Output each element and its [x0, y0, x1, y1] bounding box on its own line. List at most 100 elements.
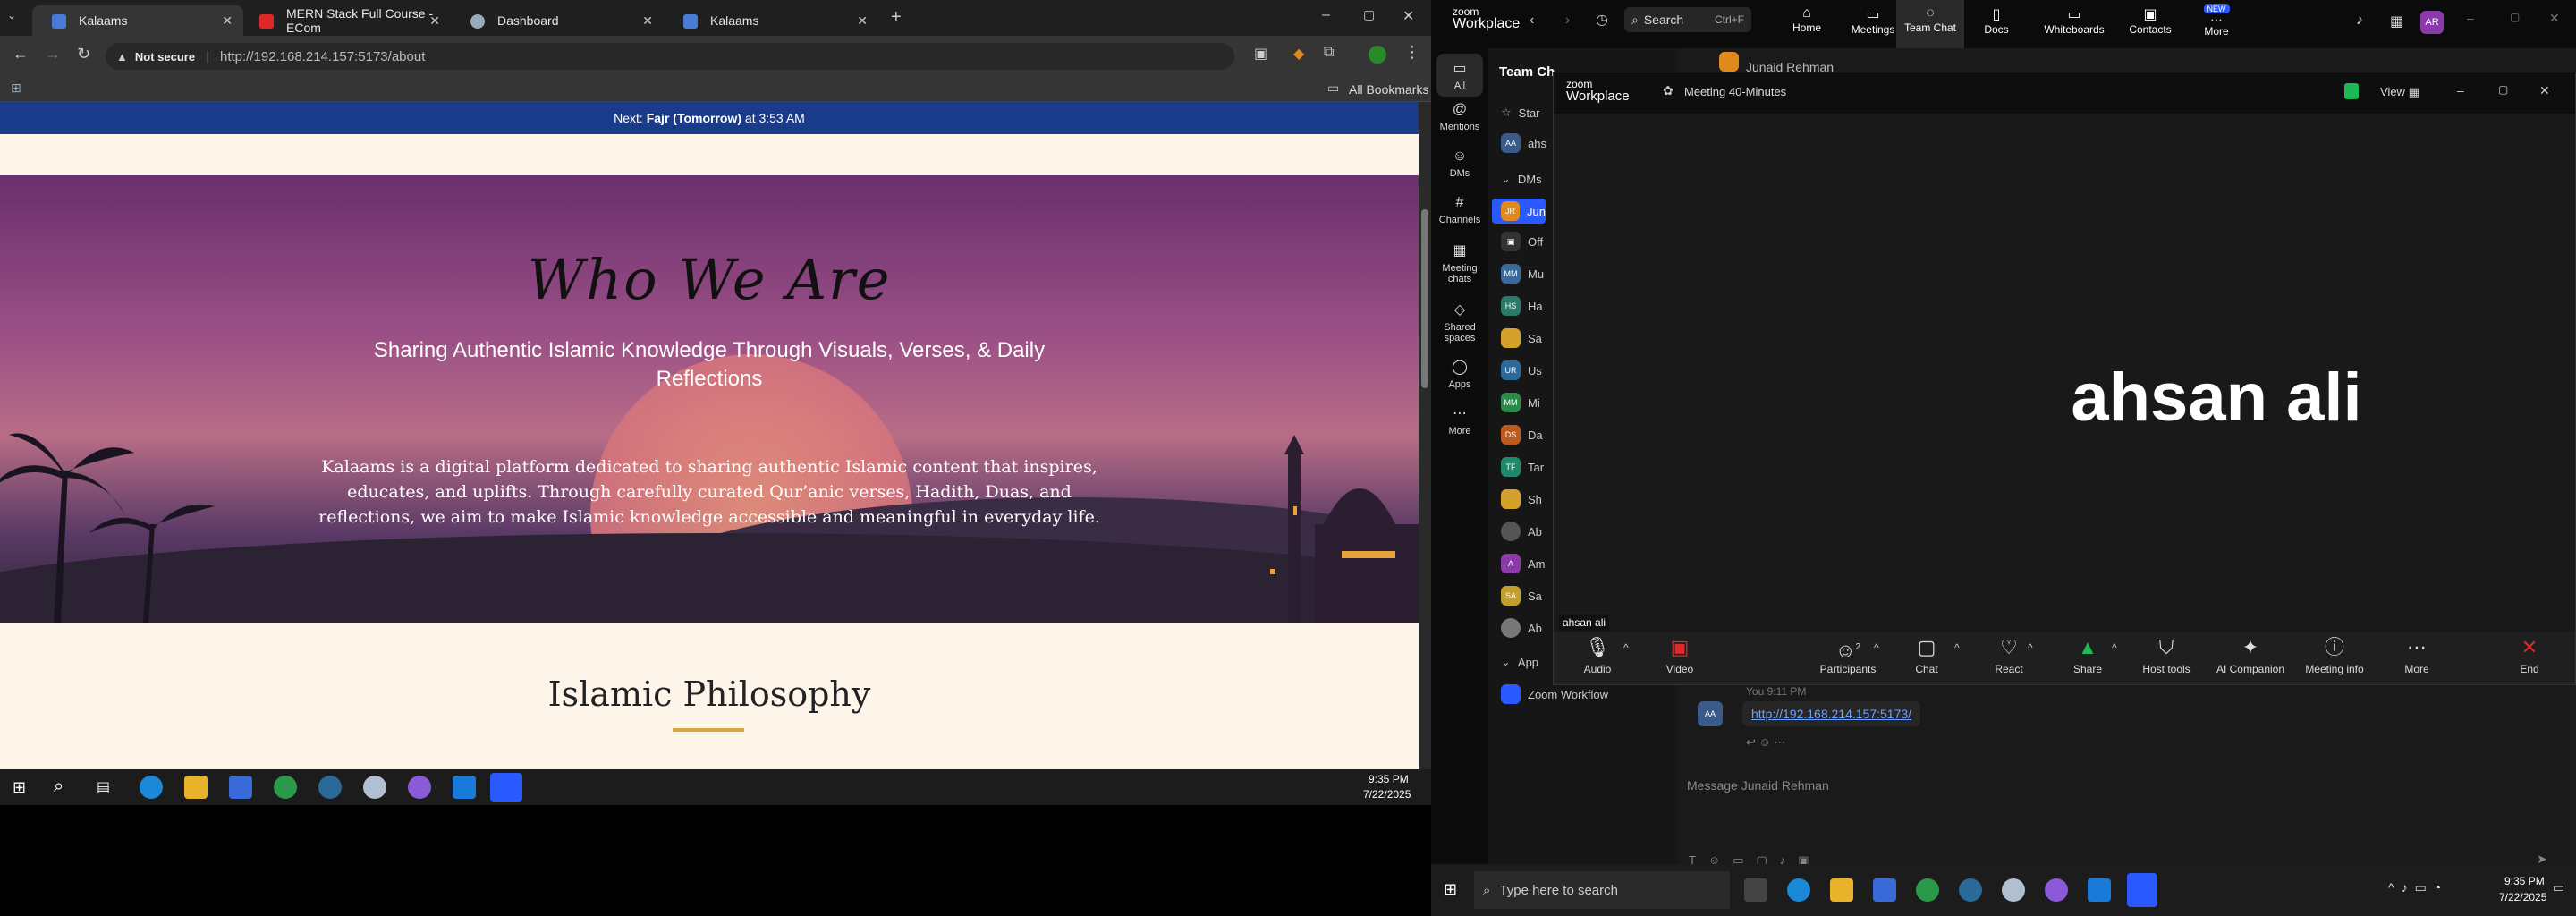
tab-kalaams-active[interactable]: Kalaams ✕	[32, 5, 243, 36]
audio-options-caret[interactable]: ^	[1623, 641, 1629, 654]
rail-shared-spaces[interactable]: ◇ Shared spaces	[1431, 301, 1488, 344]
system-tray-icons[interactable]: ^♪▭◔	[2388, 880, 2448, 895]
windows-start-icon[interactable]: ⊞	[13, 778, 26, 797]
list-item[interactable]: Ab	[1501, 618, 1542, 638]
app-icon[interactable]	[363, 776, 386, 799]
vscode-icon[interactable]	[453, 776, 476, 799]
puzzle-icon[interactable]: ⧉	[1324, 45, 1334, 61]
minimize-icon[interactable]: –	[1322, 7, 1330, 23]
nav-home[interactable]: ⌂ Home	[1778, 5, 1835, 34]
github-icon[interactable]	[2045, 878, 2068, 902]
list-item[interactable]: Ab	[1501, 522, 1542, 541]
forward-icon[interactable]: ›	[1565, 13, 1570, 29]
url-bar[interactable]: ▲ Not secure | http://192.168.214.157:51…	[106, 43, 1234, 70]
list-item[interactable]: MM Mu	[1501, 264, 1544, 284]
zoom-taskbar-icon[interactable]	[490, 773, 522, 802]
audio-button[interactable]: 🎙︎ Audio	[1557, 632, 1638, 675]
list-item[interactable]: ⌄ DMs	[1501, 170, 1542, 188]
close-tab-icon[interactable]: ✕	[429, 13, 440, 29]
chat-button[interactable]: ▢ Chat	[1886, 632, 1967, 675]
maximize-icon[interactable]: ▢	[2498, 83, 2508, 96]
history-icon[interactable]: ◷	[1596, 11, 1608, 29]
chat-caret[interactable]: ^	[1954, 641, 1960, 654]
react-caret[interactable]: ^	[2028, 641, 2033, 654]
tab-kalaams[interactable]: Kalaams ✕	[664, 5, 878, 36]
participants-button[interactable]: ☺2 Participants	[1808, 632, 1888, 675]
nav-team-chat[interactable]: ◌ Team Chat	[1896, 0, 1964, 48]
task-view-icon[interactable]	[1744, 878, 1767, 902]
rail-mentions[interactable]: @ Mentions	[1431, 102, 1488, 132]
tab-dashboard[interactable]: Dashboard ✕	[451, 5, 664, 36]
profile-avatar[interactable]: AR	[2420, 11, 2444, 34]
close-tab-icon[interactable]: ✕	[857, 13, 868, 29]
close-window-icon[interactable]: ✕	[2539, 83, 2550, 98]
list-item[interactable]: ☆ Star	[1501, 104, 1540, 122]
list-item[interactable]: SA Sa	[1501, 586, 1542, 606]
share-caret[interactable]: ^	[2112, 641, 2117, 654]
close-tab-icon[interactable]: ✕	[222, 13, 233, 29]
windows-start-icon[interactable]: ⊞	[1444, 880, 1457, 899]
list-item[interactable]: AA ahs	[1501, 133, 1546, 153]
nav-whiteboards[interactable]: ▭ Whiteboards	[2036, 5, 2113, 36]
minimize-icon[interactable]: –	[2457, 83, 2464, 98]
store-icon[interactable]	[1873, 878, 1896, 902]
list-item[interactable]: ▣ Off	[1501, 232, 1543, 251]
list-item[interactable]: Zoom Workflow	[1501, 684, 1608, 704]
tab-mern-course[interactable]: MERN Stack Full Course - ECom ✕	[240, 5, 451, 36]
minimize-icon[interactable]: –	[2467, 11, 2474, 25]
list-item[interactable]: UR Us	[1501, 360, 1542, 380]
message-input[interactable]: Message Junaid Rehman	[1687, 778, 2563, 793]
chrome-icon[interactable]	[274, 776, 297, 799]
profile-avatar[interactable]	[1368, 46, 1386, 64]
all-bookmarks-link[interactable]: All Bookmarks	[1349, 82, 1428, 97]
maximize-icon[interactable]: ▢	[1363, 7, 1375, 22]
zoom-search-box[interactable]: ⌕ Search Ctrl+F	[1624, 7, 1751, 32]
react-button[interactable]: ♡ React	[1969, 632, 2049, 675]
view-menu[interactable]: View ▦	[2380, 85, 2419, 99]
new-tab-icon[interactable]: +	[891, 7, 902, 28]
message-link[interactable]: http://192.168.214.157:5173/	[1742, 701, 1921, 726]
rail-channels[interactable]: # Channels	[1431, 195, 1488, 225]
meeting-info-button[interactable]: ⓘ Meeting info	[2294, 632, 2375, 675]
app-icon[interactable]	[318, 776, 342, 799]
scrollbar-thumb[interactable]	[1421, 209, 1428, 388]
file-explorer-icon[interactable]	[1830, 878, 1853, 902]
list-item[interactable]: TF Tar	[1501, 457, 1544, 477]
close-window-icon[interactable]: ✕	[1402, 7, 1414, 25]
share-button[interactable]: ▲ Share	[2047, 632, 2128, 675]
file-explorer-icon[interactable]	[184, 776, 208, 799]
ai-companion-button[interactable]: ✦ AI Companion	[2210, 632, 2291, 675]
back-icon[interactable]: ←	[13, 45, 29, 64]
list-item[interactable]: Sh	[1501, 489, 1542, 509]
end-button[interactable]: ✕ End	[2489, 632, 2570, 675]
page-scrollbar[interactable]	[1419, 102, 1431, 769]
more-button[interactable]: ⋯ More	[2377, 632, 2457, 675]
participants-caret[interactable]: ^	[1874, 641, 1879, 654]
list-item[interactable]: Sa	[1501, 328, 1542, 348]
zoom-taskbar-icon[interactable]	[2127, 873, 2157, 907]
list-item[interactable]: HS Ha	[1501, 296, 1543, 316]
list-item-selected[interactable]: JR Jun	[1492, 199, 1546, 224]
security-shield-icon[interactable]	[2344, 83, 2359, 99]
edge-icon[interactable]	[1787, 878, 1810, 902]
rail-apps[interactable]: ◯ Apps	[1431, 358, 1488, 390]
taskbar-search[interactable]: ⌕ Type here to search	[1474, 871, 1730, 909]
rail-all[interactable]: ▭ All	[1436, 54, 1483, 97]
list-item[interactable]: MM Mi	[1501, 393, 1540, 412]
menu-icon[interactable]: ⋮	[1404, 43, 1420, 62]
extension-icon[interactable]: ◆	[1293, 45, 1304, 63]
close-tab-icon[interactable]: ✕	[642, 13, 653, 29]
maximize-icon[interactable]: ▢	[2510, 11, 2520, 23]
list-item[interactable]: A Am	[1501, 554, 1546, 573]
bell-icon[interactable]: ♪	[2356, 13, 2363, 29]
nav-more[interactable]: NEW ⋯ More	[2188, 2, 2245, 38]
task-view-icon[interactable]: ▤	[97, 778, 110, 796]
back-icon[interactable]: ‹	[1530, 13, 1534, 29]
nav-docs[interactable]: ▯ Docs	[1968, 5, 2025, 36]
calendar-icon[interactable]: ▦	[2390, 13, 2403, 30]
github-icon[interactable]	[408, 776, 431, 799]
nav-meetings[interactable]: ▭ Meetings	[1844, 5, 1902, 36]
notification-icon[interactable]: ▭	[2553, 880, 2564, 895]
reload-icon[interactable]: ↻	[77, 45, 90, 64]
rail-dms[interactable]: ☺ DMs	[1431, 148, 1488, 179]
